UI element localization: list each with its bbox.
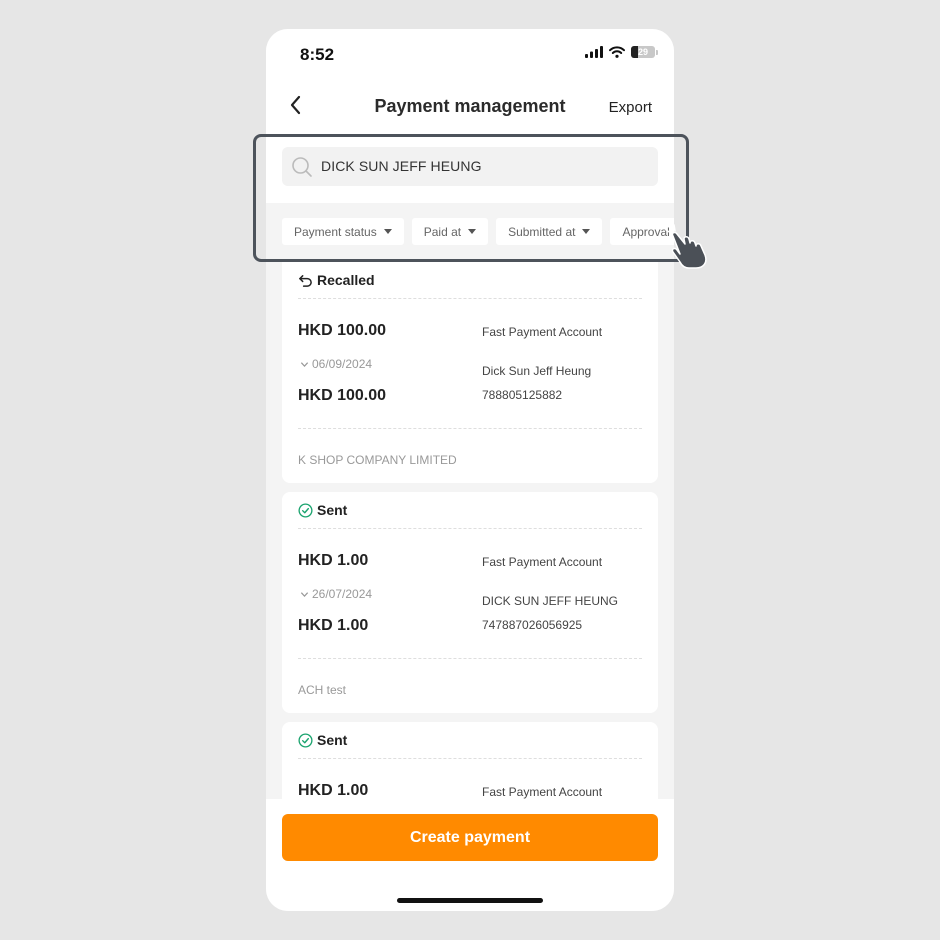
- account-number: 788805125882: [482, 388, 563, 402]
- pointing-hand-icon: [662, 224, 707, 269]
- payment-reference: K SHOP COMPANY LIMITED: [298, 453, 457, 467]
- divider: [298, 298, 642, 299]
- signal-icon: [585, 46, 603, 58]
- status-bar: 8:52 29: [266, 29, 674, 77]
- payment-date: 06/09/2024: [300, 357, 372, 371]
- tutorial-highlight-frame: [253, 134, 689, 262]
- account-type: Fast Payment Account: [482, 325, 603, 339]
- date-text: 26/07/2024: [312, 587, 373, 601]
- recall-icon: [299, 274, 312, 287]
- payment-amount: HKD 1.00: [298, 782, 369, 799]
- date-text: 06/09/2024: [312, 357, 373, 371]
- divider: [298, 758, 642, 759]
- create-payment-button[interactable]: Create payment: [282, 814, 658, 861]
- status-time: 8:52: [300, 45, 335, 64]
- payment-amount-secondary: HKD 1.00: [298, 617, 369, 634]
- check-circle-icon: [298, 732, 313, 748]
- account-type: Fast Payment Account: [482, 785, 603, 799]
- wifi-icon: [609, 46, 625, 58]
- status-label: Sent: [317, 732, 348, 748]
- battery-tip: [656, 49, 658, 55]
- payee-name: DICK SUN JEFF HEUNG: [482, 594, 619, 608]
- battery-level: [631, 46, 638, 58]
- payment-status: Recalled: [298, 272, 375, 288]
- payment-reference: ACH test: [298, 683, 347, 697]
- status-icons: 29: [585, 46, 658, 58]
- bottom-action-bar: Create payment: [266, 799, 674, 911]
- nav-bar: Payment management Export: [266, 85, 674, 129]
- status-label: Sent: [317, 502, 348, 518]
- payment-status: Sent: [298, 502, 347, 518]
- divider: [298, 528, 642, 529]
- export-button[interactable]: Export: [609, 99, 652, 116]
- chevron-down-icon: [300, 591, 309, 597]
- divider: [298, 658, 642, 659]
- payment-card[interactable]: Recalled HKD 100.00 Fast Payment Account…: [282, 262, 658, 483]
- payment-amount: HKD 1.00: [298, 552, 369, 569]
- divider: [298, 428, 642, 429]
- payee-name: Dick Sun Jeff Heung: [482, 364, 592, 378]
- payment-status: Sent: [298, 732, 347, 748]
- chevron-down-icon: [300, 361, 309, 367]
- check-circle-icon: [298, 502, 313, 518]
- battery-percent: 29: [637, 47, 648, 57]
- account-type: Fast Payment Account: [482, 555, 603, 569]
- battery-icon: 29: [631, 46, 655, 58]
- payment-date: 26/07/2024: [300, 587, 372, 601]
- home-indicator: [397, 898, 543, 903]
- payment-amount: HKD 100.00: [298, 322, 387, 339]
- payment-card[interactable]: Sent HKD 1.00 Fast Payment Account 26/07…: [282, 492, 658, 713]
- account-number: 747887026056925: [482, 618, 583, 632]
- payment-amount-secondary: HKD 100.00: [298, 387, 387, 404]
- status-label: Recalled: [317, 272, 375, 288]
